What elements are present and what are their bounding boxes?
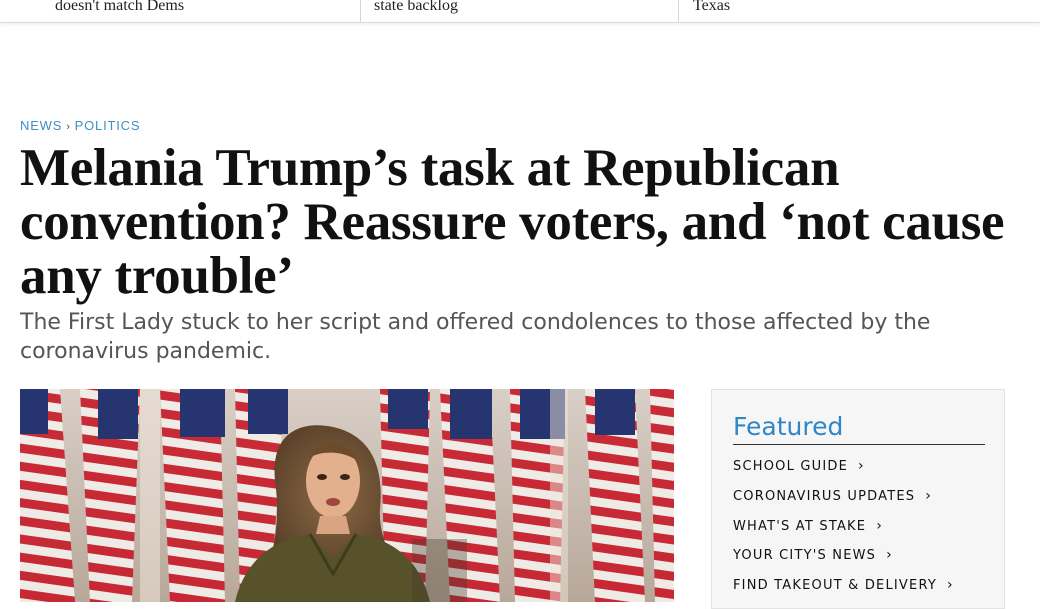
featured-item-label: FIND TAKEOUT & DELIVERY	[733, 578, 937, 594]
breadcrumb-news-link[interactable]: NEWS	[20, 118, 62, 133]
featured-item-label: YOUR CITY'S NEWS	[733, 548, 877, 564]
chevron-right-icon: ›	[946, 577, 954, 594]
divider	[678, 0, 679, 22]
hero-photo-flags-speaker	[20, 389, 674, 602]
article-headline: Melania Trump’s task at Republican conve…	[20, 139, 1005, 305]
chevron-right-icon: ›	[886, 547, 893, 564]
chevron-right-icon: ›	[858, 458, 865, 474]
related-headline-2[interactable]: state backlog	[374, 0, 458, 21]
featured-item-label: WHAT'S AT STAKE	[733, 518, 867, 534]
related-headline-1[interactable]: doesn't match Dems	[55, 0, 184, 21]
chevron-right-icon: ›	[925, 487, 933, 504]
featured-item-whats-at-stake[interactable]: WHAT'S AT STAKE ›	[733, 518, 954, 548]
featured-panel: Featured SCHOOL GUIDE › CORONAVIRUS UPDAT…	[711, 389, 1005, 609]
divider	[360, 0, 361, 22]
featured-item-your-citys-news[interactable]: YOUR CITY'S NEWS ›	[733, 547, 954, 577]
related-headline-3[interactable]: Texas	[693, 0, 730, 21]
breadcrumb-politics-link[interactable]: POLITICS	[75, 118, 141, 133]
featured-item-label: CORONAVIRUS UPDATES	[733, 488, 916, 504]
hero-image[interactable]	[20, 389, 674, 602]
featured-item-school-guide[interactable]: SCHOOL GUIDE ›	[733, 458, 954, 488]
featured-item-label: SCHOOL GUIDE	[733, 459, 848, 474]
breadcrumb: NEWS › POLITICS	[20, 118, 140, 133]
chevron-right-icon: ›	[876, 517, 883, 534]
featured-list: SCHOOL GUIDE › CORONAVIRUS UPDATES › WHAT'…	[733, 458, 954, 607]
featured-item-coronavirus-updates[interactable]: CORONAVIRUS UPDATES ›	[733, 488, 954, 518]
featured-item-find-takeout-delivery[interactable]: FIND TAKEOUT & DELIVERY ›	[733, 577, 954, 607]
featured-title: Featured	[733, 412, 985, 445]
article-dek: The First Lady stuck to her script and o…	[20, 310, 931, 364]
related-headlines-strip: doesn't match Dems state backlog Texas	[0, 0, 1040, 23]
breadcrumb-separator-icon: ›	[66, 121, 71, 133]
